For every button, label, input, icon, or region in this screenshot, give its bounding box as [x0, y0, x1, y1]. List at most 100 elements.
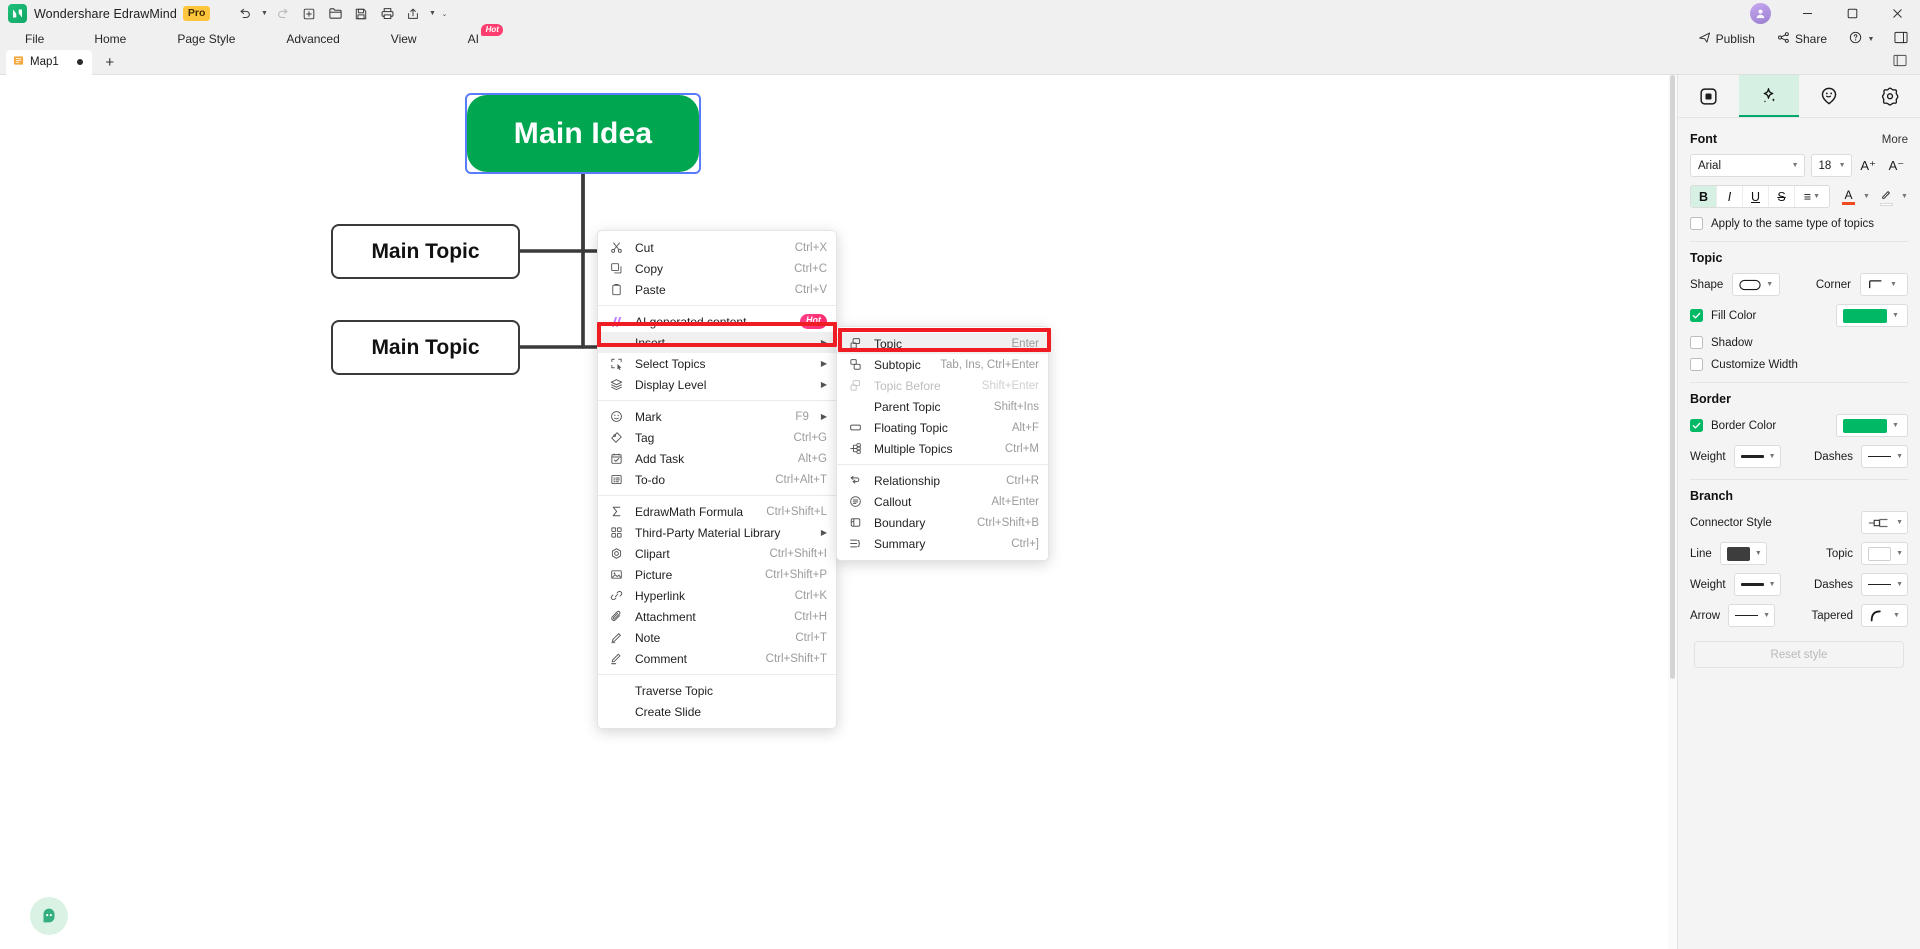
insert-submenu-item-parent-topic[interactable]: Parent Topic Shift+Ins	[837, 396, 1048, 417]
font-more-link[interactable]: More	[1882, 134, 1908, 146]
context-menu-item-note[interactable]: Note Ctrl+T	[598, 627, 836, 648]
insert-submenu-item-relationship[interactable]: Relationship Ctrl+R	[837, 470, 1048, 491]
border-dashes-select[interactable]: ▼	[1861, 445, 1908, 468]
save-button[interactable]	[348, 3, 374, 25]
panel-toggle-button[interactable]	[1888, 29, 1914, 49]
menu-home[interactable]: Home	[83, 30, 137, 48]
highlight-color-button[interactable]	[1874, 185, 1899, 208]
main-topic-node-1[interactable]: Main Topic	[331, 224, 520, 279]
context-menu-item-tag[interactable]: Tag Ctrl+G	[598, 427, 836, 448]
context-menu-item-paste[interactable]: Paste Ctrl+V	[598, 279, 836, 300]
toolbar-overflow-caret[interactable]: ⌄	[438, 3, 450, 25]
context-menu-item-create-slide[interactable]: Create Slide	[598, 701, 836, 722]
context-menu-item-copy[interactable]: Copy Ctrl+C	[598, 258, 836, 279]
redo-button[interactable]	[270, 3, 296, 25]
branch-topic-color-select[interactable]: ▼	[1861, 542, 1908, 565]
export-share-button[interactable]	[400, 3, 426, 25]
apply-same-type-checkbox[interactable]	[1690, 217, 1703, 230]
canvas-scroll-thumb[interactable]	[1670, 75, 1675, 679]
undo-dropdown-caret[interactable]: ▼	[258, 3, 270, 25]
strikethrough-button[interactable]: S	[1769, 186, 1795, 207]
menu-ai[interactable]: AI Hot	[457, 24, 503, 48]
menu-advanced[interactable]: Advanced	[275, 30, 350, 48]
apply-same-type-row[interactable]: Apply to the same type of topics	[1690, 217, 1908, 230]
minimize-button[interactable]	[1785, 0, 1830, 28]
help-assistant-button[interactable]	[30, 897, 68, 935]
insert-submenu-item-boundary[interactable]: Boundary Ctrl+Shift+B	[837, 512, 1048, 533]
canvas-vertical-scrollbar[interactable]	[1668, 75, 1677, 949]
decrease-font-size-button[interactable]: A⁻	[1885, 154, 1908, 177]
context-menu-item-ai-generated-content[interactable]: AI generated content Hot	[598, 311, 836, 332]
border-color-checkbox[interactable]	[1690, 419, 1703, 432]
fill-color-checkbox[interactable]	[1690, 309, 1703, 322]
context-menu-item-comment[interactable]: Comment Ctrl+Shift+T	[598, 648, 836, 669]
insert-submenu-item-topic[interactable]: Topic Enter	[837, 333, 1048, 354]
border-color-select[interactable]: ▼	[1836, 414, 1908, 437]
customize-width-row[interactable]: Customize Width	[1690, 358, 1908, 371]
tab-settings[interactable]	[1860, 75, 1920, 117]
user-avatar[interactable]	[1750, 3, 1771, 24]
chevron-down-icon[interactable]: ▼	[1901, 193, 1908, 200]
branch-weight-select[interactable]: ▼	[1733, 573, 1781, 596]
context-menu-item-third-party-material-library[interactable]: Third-Party Material Library ▶	[598, 522, 836, 543]
menu-page-style[interactable]: Page Style	[166, 30, 246, 48]
shadow-checkbox[interactable]	[1690, 336, 1703, 349]
print-button[interactable]	[374, 3, 400, 25]
context-menu-item-edrawmath-formula[interactable]: EdrawMath Formula Ctrl+Shift+L	[598, 501, 836, 522]
bold-button[interactable]: B	[1691, 186, 1717, 207]
export-dropdown-caret[interactable]: ▼	[426, 3, 438, 25]
branch-tapered-select[interactable]: ▼	[1861, 604, 1908, 627]
menu-view[interactable]: View	[380, 30, 428, 48]
fill-color-select[interactable]: ▼	[1836, 304, 1908, 327]
increase-font-size-button[interactable]: A⁺	[1857, 154, 1880, 177]
insert-submenu-item-callout[interactable]: Callout Alt+Enter	[837, 491, 1048, 512]
context-menu-item-hyperlink[interactable]: Hyperlink Ctrl+K	[598, 585, 836, 606]
context-menu-item-add-task[interactable]: Add Task Alt+G	[598, 448, 836, 469]
underline-button[interactable]: U	[1743, 186, 1769, 207]
font-family-select[interactable]: Arial ▼	[1690, 154, 1805, 177]
maximize-button[interactable]	[1830, 0, 1875, 28]
insert-submenu-item-multiple-topics[interactable]: Multiple Topics Ctrl+M	[837, 438, 1048, 459]
tab-icons[interactable]	[1799, 75, 1860, 117]
context-menu-item-picture[interactable]: Picture Ctrl+Shift+P	[598, 564, 836, 585]
context-menu-item-traverse-topic[interactable]: Traverse Topic	[598, 680, 836, 701]
context-menu-item-select-topics[interactable]: Select Topics ▶	[598, 353, 836, 374]
customize-width-checkbox[interactable]	[1690, 358, 1703, 371]
tab-page[interactable]	[1678, 75, 1739, 117]
context-menu[interactable]: Cut Ctrl+X Copy Ctrl+C Paste Ctrl+V AI generat…	[597, 230, 837, 729]
help-button[interactable]: ▼	[1838, 26, 1888, 52]
publish-button[interactable]: Publish	[1687, 29, 1766, 49]
context-menu-item-attachment[interactable]: Attachment Ctrl+H	[598, 606, 836, 627]
connector-style-select[interactable]: ▼	[1861, 511, 1908, 534]
tab-style[interactable]	[1738, 75, 1799, 117]
help-dropdown-caret[interactable]: ▼	[1865, 28, 1877, 50]
border-weight-select[interactable]: ▼	[1733, 445, 1781, 468]
undo-button[interactable]	[232, 3, 258, 25]
document-tab-map1[interactable]: Map1	[6, 49, 92, 75]
insert-submenu[interactable]: Topic Enter Subtopic Tab, Ins, Ctrl+Enter To…	[836, 326, 1049, 561]
context-menu-item-clipart[interactable]: Clipart Ctrl+Shift+I	[598, 543, 836, 564]
context-menu-item-to-do[interactable]: To-do Ctrl+Alt+T	[598, 469, 836, 490]
context-menu-item-insert[interactable]: Insert ▶	[598, 332, 836, 353]
add-tab-button[interactable]: +	[98, 51, 122, 73]
context-menu-item-mark[interactable]: Mark F9 ▶	[598, 406, 836, 427]
shape-select[interactable]: ▼	[1732, 273, 1781, 296]
italic-button[interactable]: I	[1717, 186, 1743, 207]
menu-file[interactable]: File	[14, 30, 55, 48]
context-menu-item-cut[interactable]: Cut Ctrl+X	[598, 237, 836, 258]
corner-select[interactable]: ▼	[1860, 273, 1908, 296]
main-idea-node[interactable]: Main Idea	[467, 95, 699, 172]
open-file-button[interactable]	[322, 3, 348, 25]
reset-style-button[interactable]: Reset style	[1694, 641, 1904, 668]
branch-line-color-select[interactable]: ▼	[1719, 542, 1767, 565]
close-button[interactable]	[1875, 0, 1920, 28]
branch-dashes-select[interactable]: ▼	[1861, 573, 1908, 596]
main-topic-node-2[interactable]: Main Topic	[331, 320, 520, 375]
align-button[interactable]: ≡ ▼	[1795, 186, 1829, 207]
mindmap-canvas[interactable]: Main Idea Main Topic Main Topic Cut Ctrl+…	[0, 75, 1677, 949]
branch-arrow-select[interactable]: ▼	[1728, 604, 1776, 627]
font-size-select[interactable]: 18 ▼	[1810, 154, 1852, 177]
sidebar-collapse-button[interactable]	[1888, 52, 1912, 72]
share-button[interactable]: Share	[1766, 29, 1838, 49]
insert-submenu-item-floating-topic[interactable]: Floating Topic Alt+F	[837, 417, 1048, 438]
